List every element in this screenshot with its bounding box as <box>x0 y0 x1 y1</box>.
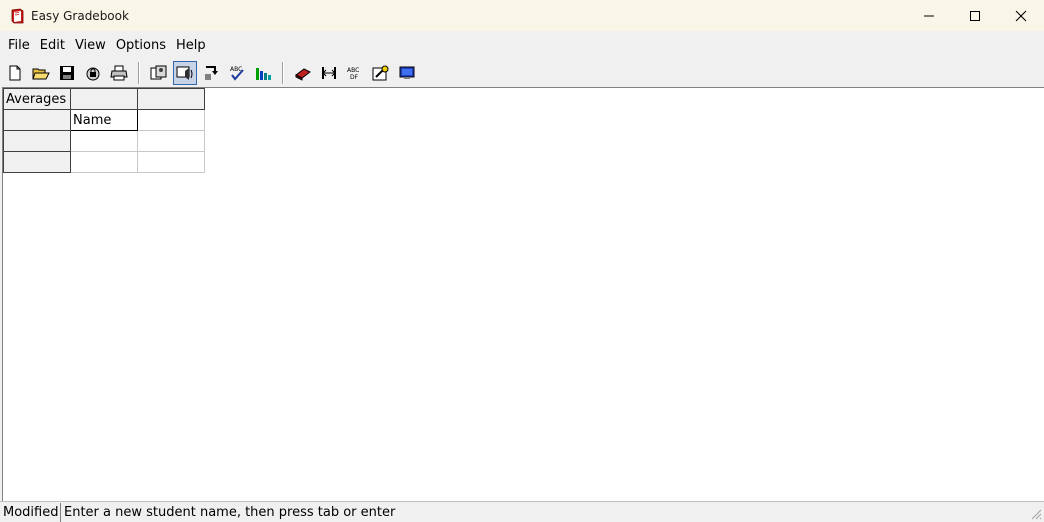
column-width-button[interactable] <box>317 61 341 85</box>
save-disk-icon <box>60 66 74 80</box>
lock-button[interactable] <box>81 61 105 85</box>
minimize-button[interactable] <box>906 0 952 31</box>
close-icon <box>1015 10 1027 21</box>
import-icon <box>205 66 218 80</box>
column-header-cell[interactable] <box>70 88 138 110</box>
name-cell[interactable]: Name <box>70 109 138 131</box>
row-header-cell[interactable] <box>3 151 71 173</box>
resize-grip-icon[interactable] <box>1030 508 1042 520</box>
menu-options[interactable]: Options <box>111 38 171 53</box>
grid-cell[interactable] <box>137 109 205 131</box>
gradebook-grid-area: Averages Name <box>2 87 1044 501</box>
chart-button[interactable] <box>251 61 275 85</box>
grid-cell[interactable] <box>70 151 138 173</box>
grid-cell[interactable] <box>70 130 138 152</box>
column-width-icon <box>322 67 336 79</box>
grid-cell[interactable] <box>137 130 205 152</box>
grid-row: Name <box>3 109 205 131</box>
window-title: Easy Gradebook <box>31 8 129 23</box>
monitor-icon <box>399 66 415 79</box>
students-icon <box>150 65 167 80</box>
row-header-cell[interactable] <box>3 109 71 131</box>
grid-row <box>3 130 205 152</box>
menu-edit[interactable]: Edit <box>35 38 70 53</box>
minimize-icon <box>924 15 934 16</box>
sort-button[interactable]: ABC DF <box>343 61 367 85</box>
grid-cell[interactable] <box>137 151 205 173</box>
toolbar-separator <box>282 62 284 84</box>
open-folder-icon <box>32 68 50 80</box>
toolbar-separator <box>138 62 140 84</box>
grade-scale-button[interactable] <box>369 61 393 85</box>
new-document-icon <box>9 65 21 81</box>
toolbar: ABC ABC DF <box>0 59 1044 87</box>
spellcheck-button[interactable]: ABC <box>225 61 249 85</box>
row-header-cell[interactable] <box>3 130 71 152</box>
print-icon <box>110 65 128 81</box>
import-button[interactable] <box>199 61 223 85</box>
svg-text:DF: DF <box>350 74 359 81</box>
eraser-icon <box>295 68 311 81</box>
save-button[interactable] <box>55 61 79 85</box>
monitor-button[interactable] <box>395 61 419 85</box>
menu-file[interactable]: File <box>3 38 35 53</box>
print-button[interactable] <box>107 61 131 85</box>
bar-chart-icon <box>256 68 271 80</box>
menu-view[interactable]: View <box>70 38 111 53</box>
new-button[interactable] <box>3 61 27 85</box>
open-button[interactable] <box>29 61 53 85</box>
sort-abc-icon: ABC DF <box>347 67 359 81</box>
status-bar: Modified Enter a new student name, then … <box>0 501 1044 522</box>
grid-row <box>3 151 205 173</box>
grid-header-row: Averages <box>3 88 205 110</box>
students-button[interactable] <box>147 61 171 85</box>
window-controls <box>906 0 1044 31</box>
gradebook-grid: Averages Name <box>3 88 205 173</box>
eraser-button[interactable] <box>291 61 315 85</box>
maximize-button[interactable] <box>952 0 998 31</box>
lock-icon <box>86 67 100 81</box>
close-button[interactable] <box>998 0 1044 31</box>
speaker-button[interactable] <box>173 61 197 85</box>
speaker-icon <box>176 66 193 80</box>
column-header-cell[interactable] <box>137 88 205 110</box>
modified-status: Modified <box>0 502 61 522</box>
status-message: Enter a new student name, then press tab… <box>64 504 396 520</box>
spellcheck-icon: ABC <box>230 66 244 81</box>
grade-scale-icon <box>372 65 389 81</box>
averages-header-cell[interactable]: Averages <box>3 88 71 110</box>
app-book-icon <box>11 8 24 23</box>
menu-help[interactable]: Help <box>171 38 211 53</box>
title-bar: Easy Gradebook <box>0 0 1044 31</box>
maximize-icon <box>970 10 980 21</box>
svg-text:ABC: ABC <box>347 67 359 74</box>
menu-bar: File Edit View Options Help <box>0 31 1044 59</box>
